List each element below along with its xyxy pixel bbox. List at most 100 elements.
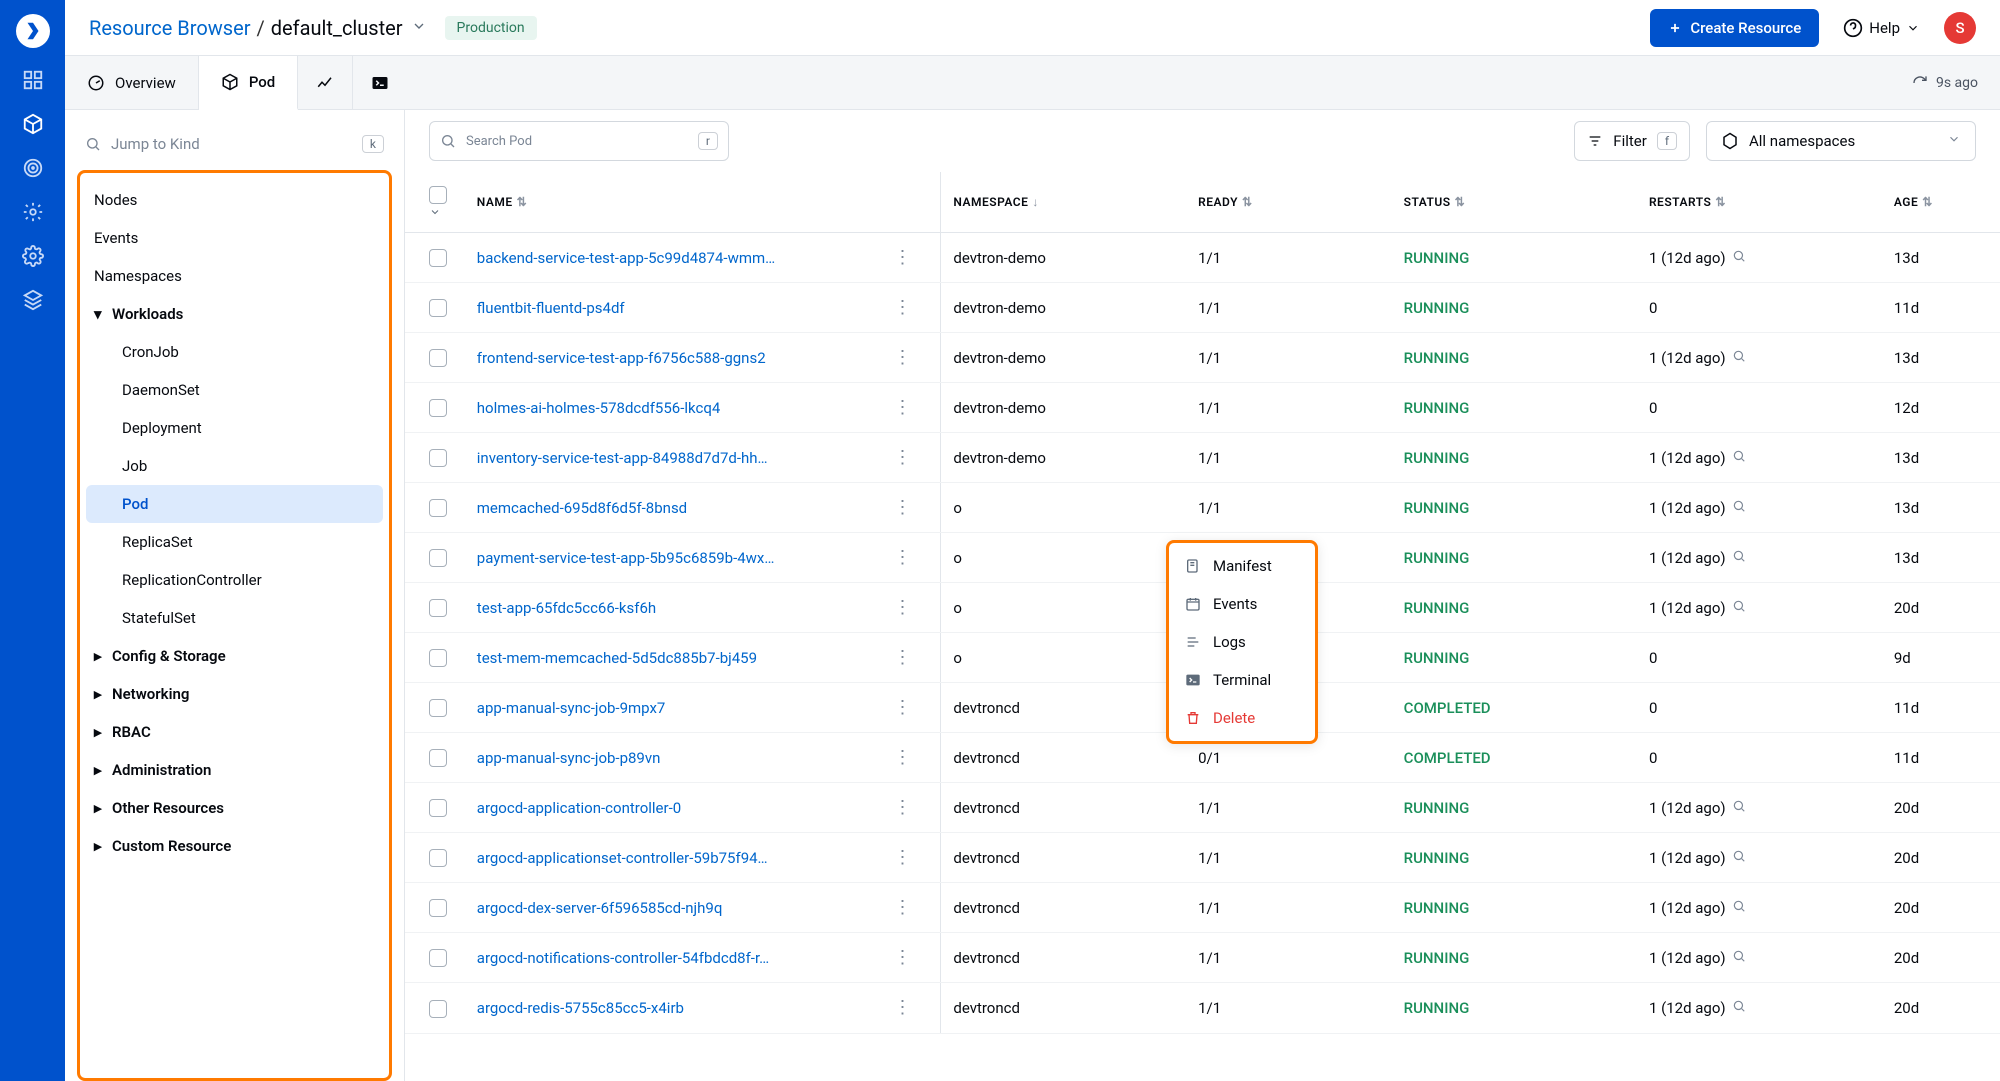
pod-name-link[interactable]: inventory-service-test-app-84988d7d7d-hh… bbox=[477, 449, 768, 467]
pod-name-link[interactable]: payment-service-test-app-5b95c6859b-4wx… bbox=[477, 549, 775, 567]
side-child-replicationcontroller[interactable]: ReplicationController bbox=[86, 561, 383, 599]
help-menu[interactable]: Help bbox=[1843, 18, 1920, 38]
row-checkbox[interactable] bbox=[405, 233, 465, 283]
side-child-job[interactable]: Job bbox=[86, 447, 383, 485]
kebab-icon[interactable]: ⋮ bbox=[893, 797, 911, 818]
kebab-icon[interactable]: ⋮ bbox=[893, 347, 911, 368]
pod-name-link[interactable]: memcached-695d8f6d5f-8bnsd bbox=[477, 499, 687, 517]
side-item-namespaces[interactable]: Namespaces bbox=[80, 257, 389, 295]
kebab-icon[interactable]: ⋮ bbox=[893, 497, 911, 518]
side-group-custom[interactable]: ▸Custom Resource bbox=[80, 827, 389, 865]
pod-name-link[interactable]: argocd-application-controller-0 bbox=[477, 799, 681, 817]
magnify-icon[interactable] bbox=[1732, 899, 1746, 917]
side-child-pod[interactable]: Pod bbox=[86, 485, 383, 523]
row-checkbox[interactable] bbox=[405, 883, 465, 933]
row-checkbox[interactable] bbox=[405, 633, 465, 683]
row-checkbox[interactable] bbox=[405, 983, 465, 1033]
magnify-icon[interactable] bbox=[1732, 249, 1746, 267]
pod-name-link[interactable]: frontend-service-test-app-f6756c588-ggns… bbox=[477, 349, 766, 367]
side-group-administration[interactable]: ▸Administration bbox=[80, 751, 389, 789]
pod-name-link[interactable]: app-manual-sync-job-p89vn bbox=[477, 749, 661, 767]
magnify-icon[interactable] bbox=[1732, 499, 1746, 517]
settings-icon[interactable] bbox=[21, 244, 45, 268]
pod-name-link[interactable]: backend-service-test-app-5c99d4874-wmm… bbox=[477, 249, 775, 267]
kebab-icon[interactable]: ⋮ bbox=[893, 747, 911, 768]
side-child-statefulset[interactable]: StatefulSet bbox=[86, 599, 383, 637]
side-group-workloads[interactable]: ▾ Workloads bbox=[80, 295, 389, 333]
checkbox-icon[interactable] bbox=[429, 186, 447, 204]
grid-icon[interactable] bbox=[21, 68, 45, 92]
row-checkbox[interactable] bbox=[405, 783, 465, 833]
refresh-indicator[interactable]: 9s ago bbox=[1890, 56, 2000, 109]
search-input[interactable]: Search Pod r bbox=[429, 121, 729, 161]
pod-table-scroll[interactable]: NAME⇅ NAMESPACE↓ READY⇅ STATUS⇅ RESTARTS… bbox=[405, 172, 2000, 1081]
row-checkbox[interactable] bbox=[405, 383, 465, 433]
row-checkbox[interactable] bbox=[405, 933, 465, 983]
kebab-icon[interactable]: ⋮ bbox=[893, 397, 911, 418]
magnify-icon[interactable] bbox=[1732, 799, 1746, 817]
side-child-cronjob[interactable]: CronJob bbox=[86, 333, 383, 371]
magnify-icon[interactable] bbox=[1732, 949, 1746, 967]
side-item-events[interactable]: Events bbox=[80, 219, 389, 257]
chevron-down-icon[interactable] bbox=[429, 206, 441, 218]
kebab-icon[interactable]: ⋮ bbox=[893, 547, 911, 568]
breadcrumb-root[interactable]: Resource Browser bbox=[89, 16, 251, 40]
ctx-terminal[interactable]: Terminal bbox=[1169, 661, 1315, 699]
magnify-icon[interactable] bbox=[1732, 999, 1746, 1017]
kebab-icon[interactable]: ⋮ bbox=[893, 947, 911, 968]
kebab-icon[interactable]: ⋮ bbox=[893, 447, 911, 468]
ctx-manifest[interactable]: Manifest bbox=[1169, 547, 1315, 585]
magnify-icon[interactable] bbox=[1732, 349, 1746, 367]
side-group-rbac[interactable]: ▸RBAC bbox=[80, 713, 389, 751]
col-name[interactable]: NAME⇅ bbox=[465, 172, 882, 233]
create-resource-button[interactable]: Create Resource bbox=[1650, 9, 1819, 47]
row-checkbox[interactable] bbox=[405, 683, 465, 733]
col-namespace[interactable]: NAMESPACE↓ bbox=[941, 172, 1186, 233]
cube-icon[interactable] bbox=[21, 112, 45, 136]
col-checkbox[interactable] bbox=[405, 172, 465, 233]
chevron-down-icon[interactable] bbox=[411, 18, 427, 38]
side-group-networking[interactable]: ▸Networking bbox=[80, 675, 389, 713]
gear-icon[interactable] bbox=[21, 200, 45, 224]
row-checkbox[interactable] bbox=[405, 533, 465, 583]
pod-name-link[interactable]: fluentbit-fluentd-ps4df bbox=[477, 299, 625, 317]
magnify-icon[interactable] bbox=[1732, 599, 1746, 617]
side-child-daemonset[interactable]: DaemonSet bbox=[86, 371, 383, 409]
kebab-icon[interactable]: ⋮ bbox=[893, 647, 911, 668]
ctx-events[interactable]: Events bbox=[1169, 585, 1315, 623]
row-checkbox[interactable] bbox=[405, 483, 465, 533]
kebab-icon[interactable]: ⋮ bbox=[893, 247, 911, 268]
pod-name-link[interactable]: holmes-ai-holmes-578dcdf556-lkcq4 bbox=[477, 399, 721, 417]
tab-terminal[interactable] bbox=[353, 56, 407, 109]
pod-name-link[interactable]: test-app-65fdc5cc66-ksf6h bbox=[477, 599, 656, 617]
kebab-icon[interactable]: ⋮ bbox=[893, 297, 911, 318]
ctx-logs[interactable]: Logs bbox=[1169, 623, 1315, 661]
row-checkbox[interactable] bbox=[405, 583, 465, 633]
pod-name-link[interactable]: argocd-redis-5755c85cc5-x4irb bbox=[477, 999, 684, 1017]
filter-button[interactable]: Filter f bbox=[1574, 121, 1690, 161]
ctx-delete[interactable]: Delete bbox=[1169, 699, 1315, 737]
col-ready[interactable]: READY⇅ bbox=[1186, 172, 1392, 233]
pod-name-link[interactable]: argocd-notifications-controller-54fbdcd8… bbox=[477, 949, 769, 967]
side-child-deployment[interactable]: Deployment bbox=[86, 409, 383, 447]
col-age[interactable]: AGE⇅ bbox=[1882, 172, 2000, 233]
magnify-icon[interactable] bbox=[1732, 849, 1746, 867]
kebab-icon[interactable]: ⋮ bbox=[893, 597, 911, 618]
col-status[interactable]: STATUS⇅ bbox=[1392, 172, 1637, 233]
target-icon[interactable] bbox=[21, 156, 45, 180]
row-checkbox[interactable] bbox=[405, 733, 465, 783]
magnify-icon[interactable] bbox=[1732, 549, 1746, 567]
kebab-icon[interactable]: ⋮ bbox=[893, 847, 911, 868]
kebab-icon[interactable]: ⋮ bbox=[893, 997, 911, 1018]
breadcrumb-current[interactable]: default_cluster bbox=[271, 16, 403, 40]
side-child-replicaset[interactable]: ReplicaSet bbox=[86, 523, 383, 561]
row-checkbox[interactable] bbox=[405, 333, 465, 383]
tab-pod[interactable]: Pod bbox=[199, 56, 298, 110]
kebab-icon[interactable]: ⋮ bbox=[893, 897, 911, 918]
magnify-icon[interactable] bbox=[1732, 449, 1746, 467]
side-group-other[interactable]: ▸Other Resources bbox=[80, 789, 389, 827]
row-checkbox[interactable] bbox=[405, 433, 465, 483]
pod-name-link[interactable]: argocd-applicationset-controller-59b75f9… bbox=[477, 849, 768, 867]
side-group-config-storage[interactable]: ▸Config & Storage bbox=[80, 637, 389, 675]
row-checkbox[interactable] bbox=[405, 283, 465, 333]
